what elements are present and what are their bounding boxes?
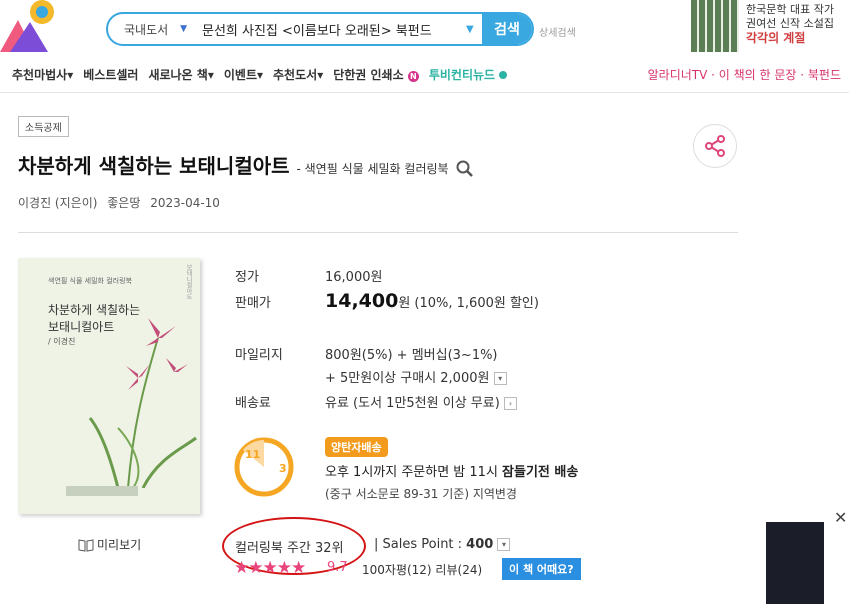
chevron-right-icon[interactable]: › (503, 397, 517, 410)
search-category-label: 국내도서 (124, 22, 169, 37)
shipping-value: 유료 (도서 1만5천원 이상 무료) (325, 396, 500, 411)
search-bar: 국내도서 ▼ 문선희 사진집 <이름보다 오래된> 북펀드 ▼ 검색 (106, 12, 534, 46)
list-price-row: 정가 16,000원 (235, 266, 382, 285)
dot-icon (499, 71, 508, 79)
search-input[interactable]: 문선희 사진집 <이름보다 오래된> 북펀드 (202, 20, 466, 39)
author-link[interactable]: 이경진 (지은이) (18, 196, 97, 210)
rating-score: 9.7 (327, 560, 348, 575)
section-divider (18, 232, 738, 233)
nav-item-recommended[interactable]: 추천도서▾ (273, 66, 323, 83)
promo-line-1: 한국문학 대표 작가 (746, 3, 834, 16)
aladin-logo[interactable] (0, 0, 60, 52)
preview-label: 미리보기 (97, 538, 142, 552)
sale-price-unit: 원 (10%, 1,600원 할인) (398, 296, 539, 311)
sale-price-label: 판매가 (235, 296, 271, 311)
shipping-label: 배송료 (235, 396, 271, 411)
clock-label-11: 11 (245, 448, 260, 461)
tax-deduction-badge: 소득공제 (18, 116, 69, 137)
rating-stars: ★★★★★ (234, 558, 306, 578)
promo-banner[interactable]: 한국문학 대표 작가 권여선 신작 소설집 각각의 계절 (746, 3, 834, 45)
chevron-down-icon: ▼ (180, 24, 188, 34)
clock-label-3: 3 (279, 462, 287, 475)
nav-item-tobecontinued[interactable]: 투비컨티뉴드 (429, 66, 508, 83)
promo-line-2: 권여선 신작 소설집 (746, 17, 834, 30)
book-open-icon (78, 538, 94, 552)
nav-item-events[interactable]: 이벤트▾ (224, 66, 263, 83)
publish-date: 2023-04-10 (150, 196, 220, 210)
share-button[interactable] (693, 124, 737, 168)
list-price-value: 16,000원 (325, 270, 383, 285)
review-counts[interactable]: 100자평(12) 리뷰(24) (362, 561, 482, 578)
book-subtitle: - 색연필 식물 세밀화 컬러링북 (296, 162, 449, 176)
promo-line-3: 각각의 계절 (746, 31, 806, 45)
search-icon[interactable] (456, 159, 474, 177)
search-category-select[interactable]: 국내도서 ▼ (108, 21, 202, 38)
clock-icon: 11 3 (233, 436, 295, 498)
close-icon[interactable]: ✕ (834, 508, 847, 527)
promo-book-image[interactable] (691, 0, 739, 52)
chevron-down-icon[interactable]: ▾ (497, 538, 511, 551)
delivery-location: (중구 서소문로 89-31 기준) 지역변경 (325, 487, 517, 501)
chevron-down-icon[interactable]: ▾ (493, 372, 507, 385)
how-about-book-button[interactable]: 이 책 어때요? (502, 558, 581, 580)
carpet-delivery-badge: 양탄자배송 (325, 437, 388, 457)
mileage-row: 마일리지 800원(5%) + 멤버십(3~1%) (235, 344, 498, 363)
cover-spine-text: 보태니컬아트 (185, 264, 192, 300)
new-badge-icon: N (407, 71, 419, 82)
list-price-label: 정가 (235, 270, 259, 285)
nav-item-single-print[interactable]: 단한권 인쇄소 N (333, 66, 419, 83)
mileage-value: 800원(5%) + 멤버십(3~1%) (325, 348, 498, 363)
nav-item-recommend-wizard[interactable]: 추천마법사▾ (12, 66, 73, 83)
book-title-text: 차분하게 색칠하는 보태니컬아트 (18, 154, 290, 178)
change-region-link[interactable]: 지역변경 (473, 487, 517, 501)
book-cover[interactable]: 색연필 식물 세밀화 컬러링북 차분하게 색칠하는 보태니컬아트 / 이경진 보… (18, 258, 200, 514)
flower-illustration (88, 318, 197, 488)
nav-item-bestseller[interactable]: 베스트셀러 (83, 66, 138, 83)
shipping-row: 배송료 유료 (도서 1만5천원 이상 무료) › (235, 392, 517, 411)
side-ad-book[interactable] (766, 522, 824, 604)
book-meta: 이경진 (지은이) 좋은땅 2023-04-10 (18, 194, 226, 211)
mileage-label: 마일리지 (235, 348, 283, 363)
publisher-link[interactable]: 좋은땅 (107, 196, 140, 210)
mileage-extra: + 5만원이상 구매시 2,000원 (325, 371, 490, 386)
main-nav: 추천마법사▾ 베스트셀러 새로나온 책▾ 이벤트▾ 추천도서▾ 단한권 인쇄소 … (12, 66, 508, 83)
cover-author: / 이경진 (48, 337, 76, 346)
mileage-extra-row: + 5만원이상 구매시 2,000원 ▾ (325, 367, 507, 386)
detail-search-link[interactable]: 상세검색 (539, 24, 576, 39)
nav-divider (0, 92, 849, 93)
nav-item-new-books[interactable]: 새로나온 책▾ (148, 66, 213, 83)
search-button[interactable]: 검색 (482, 14, 532, 44)
delivery-info: 오후 1시까지 주문하면 밤 11시 잠들기전 배송 (325, 465, 579, 480)
sale-price-row: 판매가 14,400원 (10%, 1,600원 할인) (235, 290, 539, 312)
book-title: 차분하게 색칠하는 보태니컬아트 - 색연필 식물 세밀화 컬러링북 (18, 150, 474, 179)
sale-price-value: 14,400 (325, 290, 399, 312)
share-icon (705, 135, 725, 157)
cover-small-text: 색연필 식물 세밀화 컬러링북 (48, 277, 132, 285)
dropdown-arrow-icon[interactable]: ▼ (466, 24, 482, 35)
preview-button[interactable]: 미리보기 (78, 536, 141, 553)
sales-point: | Sales Point : 400 ▾ (374, 537, 511, 552)
nav-right-links[interactable]: 알라디너TV · 이 책의 한 문장 · 북펀드 (648, 66, 841, 83)
cover-footer-band (66, 486, 138, 496)
weekly-rank[interactable]: 컬러링북 주간 32위 (235, 537, 344, 556)
